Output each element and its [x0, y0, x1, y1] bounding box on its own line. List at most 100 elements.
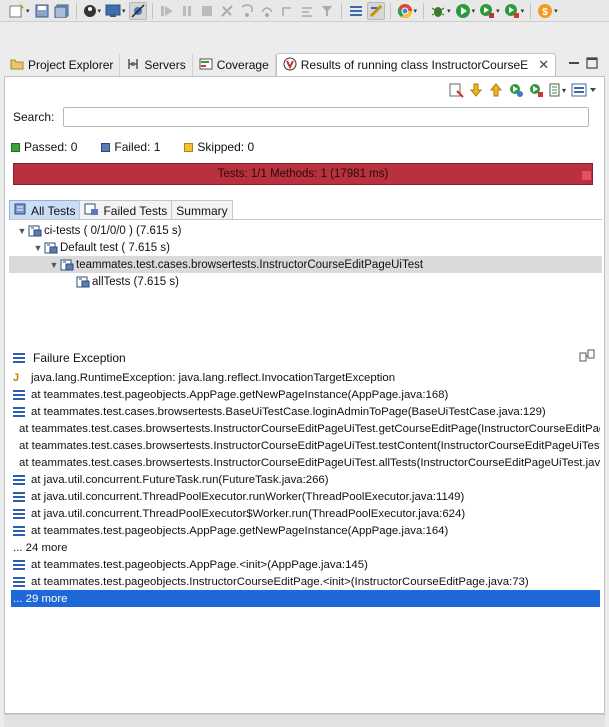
- save-all-icon[interactable]: [53, 2, 71, 20]
- skip-breakpoints-icon[interactable]: [128, 1, 147, 20]
- stack-trace-text: at teammates.test.cases.browsertests.Bas…: [31, 405, 546, 418]
- stack-trace-text: java.lang.RuntimeException: java.lang.re…: [31, 371, 396, 384]
- stack-trace-row[interactable]: at java.util.concurrent.ThreadPoolExecut…: [11, 505, 600, 522]
- failed-count: Failed: 1: [101, 140, 160, 154]
- debug-icon[interactable]: ▾: [429, 2, 452, 20]
- tab-summary[interactable]: Summary: [171, 200, 233, 220]
- toggle-mark-occurrences-icon[interactable]: [347, 2, 365, 20]
- expand-toggle-icon[interactable]: ▼: [33, 243, 43, 253]
- stack-trace-row[interactable]: ... 29 more: [11, 590, 600, 607]
- toolbar-separator: [151, 2, 153, 19]
- tab-label: Servers: [144, 58, 186, 72]
- tab-coverage[interactable]: Coverage: [193, 54, 276, 76]
- view-menu-icon[interactable]: [570, 82, 598, 101]
- tab-label: Coverage: [216, 58, 269, 72]
- stack-trace-text: at teammates.test.cases.browsertests.Ins…: [19, 422, 600, 435]
- project-explorer-icon: [10, 58, 24, 73]
- tree-item[interactable]: ▼ ci-tests ( 0/1/0/0 ) (7.615 s): [9, 222, 602, 239]
- resume-icon[interactable]: [158, 2, 176, 20]
- maximize-icon[interactable]: [586, 57, 598, 72]
- external-tools-icon[interactable]: ▾: [503, 2, 526, 20]
- exception-icon: J: [13, 371, 20, 384]
- expand-toggle-icon[interactable]: ▼: [17, 226, 27, 236]
- step-return-icon[interactable]: [278, 2, 296, 20]
- view-tab-bar: Project Explorer Servers Coverage Result…: [4, 53, 604, 76]
- tree-item-label: teammates.test.cases.browsertests.Instru…: [76, 258, 424, 271]
- chrome-icon[interactable]: ▾: [396, 2, 419, 20]
- stack-trace-row[interactable]: at teammates.test.pageobjects.AppPage.<i…: [11, 556, 600, 573]
- expand-toggle-icon[interactable]: ▼: [49, 260, 59, 270]
- new-wizard-icon[interactable]: ▾: [8, 2, 31, 20]
- use-step-filters-icon[interactable]: [318, 2, 336, 20]
- terminate-icon[interactable]: [198, 2, 216, 20]
- testng-results-panel: ▾ Search: Passed: 0 Failed: 1 Skipped: 0…: [4, 76, 605, 714]
- tree-item[interactable]: allTests (7.615 s): [9, 273, 602, 290]
- rerun-failed-icon[interactable]: [528, 82, 544, 101]
- passed-count: Passed: 0: [11, 140, 77, 154]
- stack-trace-text: at teammates.test.cases.browsertests.Ins…: [19, 439, 600, 452]
- stack-trace-row[interactable]: ... 24 more: [11, 539, 600, 556]
- tab-servers[interactable]: Servers: [120, 54, 193, 76]
- stack-trace-list: Jjava.lang.RuntimeException: java.lang.r…: [11, 369, 600, 607]
- step-over-icon[interactable]: [258, 2, 276, 20]
- failed-test-icon: [76, 276, 90, 288]
- tab-label: Results of running class InstructorCours…: [300, 58, 529, 72]
- subtab-divider: [9, 219, 602, 220]
- clear-results-icon[interactable]: [448, 82, 464, 101]
- java-perspective-icon[interactable]: $ ▾: [536, 2, 559, 20]
- stack-trace-row[interactable]: at teammates.test.pageobjects.AppPage.ge…: [11, 386, 600, 403]
- stop-icon[interactable]: [581, 170, 592, 181]
- run-last-icon[interactable]: ▾: [478, 2, 501, 20]
- highlight-icon[interactable]: [366, 1, 385, 20]
- stack-trace-row[interactable]: at teammates.test.pageobjects.Instructor…: [11, 573, 600, 590]
- failure-trace-icon: [13, 352, 25, 363]
- drop-to-frame-icon[interactable]: [298, 2, 316, 20]
- previous-failure-icon[interactable]: [488, 82, 504, 101]
- coverage-icon: [199, 58, 213, 73]
- stack-trace-row[interactable]: at teammates.test.pageobjects.AppPage.ge…: [11, 522, 600, 539]
- profile-icon[interactable]: ▾: [82, 2, 103, 20]
- subtab-label: All Tests: [31, 203, 76, 218]
- stack-trace-text: ... 29 more: [13, 592, 68, 605]
- servers-icon: [126, 58, 140, 73]
- stack-trace-row[interactable]: at teammates.test.cases.browsertests.Bas…: [11, 403, 600, 420]
- tab-all-tests[interactable]: All Tests: [9, 200, 81, 220]
- view-controls: [568, 57, 598, 72]
- tree-item[interactable]: ▼ teammates.test.cases.browsertests.Instr…: [9, 256, 602, 273]
- suspend-icon[interactable]: [178, 2, 196, 20]
- toolbar-separator: [75, 2, 77, 19]
- history-icon[interactable]: ▾: [548, 82, 566, 101]
- console-icon[interactable]: ▾: [104, 2, 127, 20]
- tab-testng-results[interactable]: Results of running class InstructorCours…: [275, 53, 557, 76]
- tab-project-explorer[interactable]: Project Explorer: [4, 54, 121, 76]
- failure-title: Failure Exception: [33, 350, 126, 365]
- subtab-label: Summary: [176, 203, 228, 218]
- failed-test-icon: [28, 225, 42, 237]
- close-icon[interactable]: ✕: [538, 57, 549, 73]
- stack-trace-text: at teammates.test.pageobjects.AppPage.ge…: [31, 524, 449, 537]
- minimize-icon[interactable]: [568, 57, 580, 72]
- compare-results-icon[interactable]: [579, 349, 595, 366]
- next-failure-icon[interactable]: [468, 82, 484, 101]
- stack-trace-row[interactable]: Jjava.lang.RuntimeException: java.lang.r…: [11, 369, 600, 386]
- all-tests-icon: [14, 203, 28, 218]
- run-icon[interactable]: ▾: [454, 2, 477, 20]
- stack-trace-row[interactable]: at java.util.concurrent.FutureTask.run(F…: [11, 471, 600, 488]
- save-icon[interactable]: [33, 2, 51, 20]
- tree-item-label: ci-tests ( 0/1/0/0 ) (7.615 s): [44, 224, 182, 237]
- stack-trace-row[interactable]: at teammates.test.cases.browsertests.Ins…: [11, 454, 600, 471]
- progress-bar: Tests: 1/1 Methods: 1 (17981 ms): [13, 163, 593, 185]
- tree-item[interactable]: ▼ Default test ( 7.615 s): [9, 239, 602, 256]
- skipped-label: Skipped: 0: [197, 140, 255, 154]
- stack-trace-row[interactable]: at java.util.concurrent.ThreadPoolExecut…: [11, 488, 600, 505]
- step-into-icon[interactable]: [238, 2, 256, 20]
- stack-trace-row[interactable]: at teammates.test.cases.browsertests.Ins…: [11, 420, 600, 437]
- disconnect-icon[interactable]: [218, 2, 236, 20]
- tab-failed-tests[interactable]: Failed Tests: [79, 200, 173, 220]
- search-input[interactable]: [63, 107, 589, 127]
- svg-text:$: $: [542, 7, 548, 18]
- stack-trace-row[interactable]: at teammates.test.cases.browsertests.Ins…: [11, 437, 600, 454]
- panel-toolbar: ▾: [448, 81, 598, 101]
- stack-trace-text: at teammates.test.cases.browsertests.Ins…: [19, 456, 600, 469]
- rerun-icon[interactable]: [508, 82, 524, 101]
